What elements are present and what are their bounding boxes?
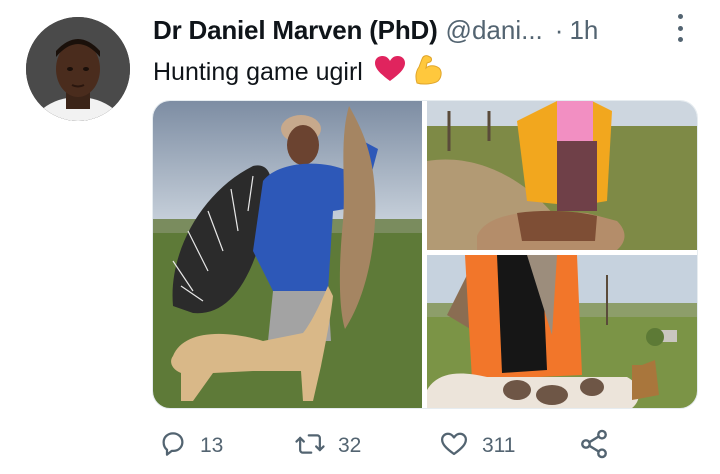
reply-count: 13 — [200, 434, 224, 457]
reply-button[interactable]: 13 — [158, 424, 223, 468]
tweet-media[interactable] — [152, 100, 698, 409]
timestamp[interactable]: 1h — [569, 15, 598, 46]
like-button[interactable]: 311 — [438, 424, 515, 468]
retweet-icon — [294, 429, 326, 464]
tweet-text: Hunting game ugirl — [153, 53, 443, 92]
like-count: 311 — [482, 434, 516, 457]
more-icon[interactable] — [672, 14, 688, 42]
share-icon — [578, 428, 610, 465]
retweet-button[interactable]: 32 — [294, 424, 361, 468]
display-name[interactable]: Dr Daniel Marven (PhD) — [153, 15, 438, 46]
reply-icon — [158, 429, 188, 464]
share-button[interactable] — [578, 424, 610, 468]
photo-3[interactable] — [427, 255, 697, 408]
photo-1[interactable] — [153, 101, 422, 408]
like-icon — [438, 429, 470, 464]
tweet-body: Hunting game ugirl — [153, 58, 363, 86]
user-handle[interactable]: @dani... — [446, 15, 543, 46]
retweet-count: 32 — [338, 434, 362, 457]
flexed-biceps-emoji — [413, 53, 443, 92]
tweet-header: Dr Daniel Marven (PhD) @dani... · 1h — [153, 13, 598, 47]
tweet-actions: 13 32 311 — [0, 424, 720, 468]
avatar[interactable] — [26, 17, 130, 121]
photo-2[interactable] — [427, 101, 697, 250]
heart-emoji — [374, 56, 405, 89]
separator-dot: · — [554, 14, 564, 45]
